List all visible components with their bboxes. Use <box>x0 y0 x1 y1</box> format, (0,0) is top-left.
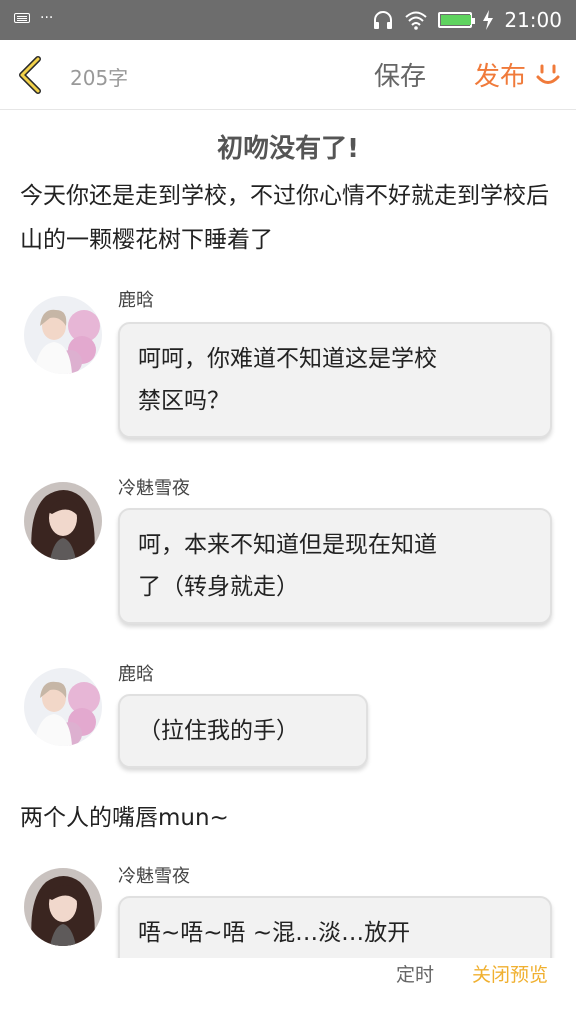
message-text: （拉住我的手） <box>138 718 299 744</box>
story-preview[interactable]: 初吻没有了! 今天你还是走到学校，不过你心情不好就走到学校后山的一颗樱花树下睡着… <box>0 110 576 958</box>
speaker-name: 鹿晗 <box>118 290 154 311</box>
narration-paragraph: 今天你还是走到学校，不过你心情不好就走到学校后山的一颗樱花树下睡着了 <box>20 183 549 253</box>
battery-icon <box>438 12 476 28</box>
smile-icon[interactable] <box>534 60 562 88</box>
message-bubble: 呵呵，你难道不知道这是学校 禁区吗？ <box>118 322 552 438</box>
editor-toolbar: 205字 保存 发布 <box>0 40 576 110</box>
word-count: 205字 <box>70 66 129 90</box>
message-text: 唔~唔~唔 ~混…淡…放开 <box>138 920 411 946</box>
avatar-luhan[interactable] <box>24 296 102 374</box>
narration-paragraph: 两个人的嘴唇mun~ <box>20 805 229 831</box>
status-bar: ··· 21:00 <box>0 0 576 40</box>
keyboard-icon <box>14 13 30 23</box>
message-bubble: 唔~唔~唔 ~混…淡…放开 <box>118 896 552 958</box>
bottom-bar: 定时 关闭预览 <box>0 958 576 1024</box>
message-bubble: 呵，本来不知道但是现在知道 了（转身就走） <box>118 508 552 624</box>
avatar-lengmeixueye[interactable] <box>24 482 102 560</box>
speaker-name: 冷魅雪夜 <box>118 478 190 499</box>
wifi-icon <box>405 11 428 30</box>
save-button[interactable]: 保存 <box>374 56 426 93</box>
message-text: 了（转身就走） <box>138 574 299 600</box>
headphones-icon <box>374 11 393 29</box>
story-title: 初吻没有了! <box>217 134 359 164</box>
publish-button[interactable]: 发布 <box>474 56 526 93</box>
speaker-name: 鹿晗 <box>118 664 154 685</box>
message-text: 呵，本来不知道但是现在知道 <box>138 532 437 558</box>
more-dots-icon: ··· <box>40 10 54 26</box>
status-left: ··· <box>14 10 53 26</box>
avatar-luhan[interactable] <box>24 668 102 746</box>
status-right: 21:00 <box>372 6 562 34</box>
status-time: 21:00 <box>504 8 562 32</box>
message-text: 呵呵，你难道不知道这是学校 <box>138 346 437 372</box>
timer-button[interactable]: 定时 <box>396 960 434 987</box>
avatar-lengmeixueye[interactable] <box>24 868 102 946</box>
charging-icon <box>483 10 494 30</box>
speaker-name: 冷魅雪夜 <box>118 866 190 887</box>
message-text: 禁区吗？ <box>138 388 230 414</box>
back-arrow-icon[interactable] <box>14 56 44 94</box>
message-bubble: （拉住我的手） <box>118 694 368 768</box>
close-preview-button[interactable]: 关闭预览 <box>472 960 548 987</box>
battery-level <box>441 15 472 25</box>
